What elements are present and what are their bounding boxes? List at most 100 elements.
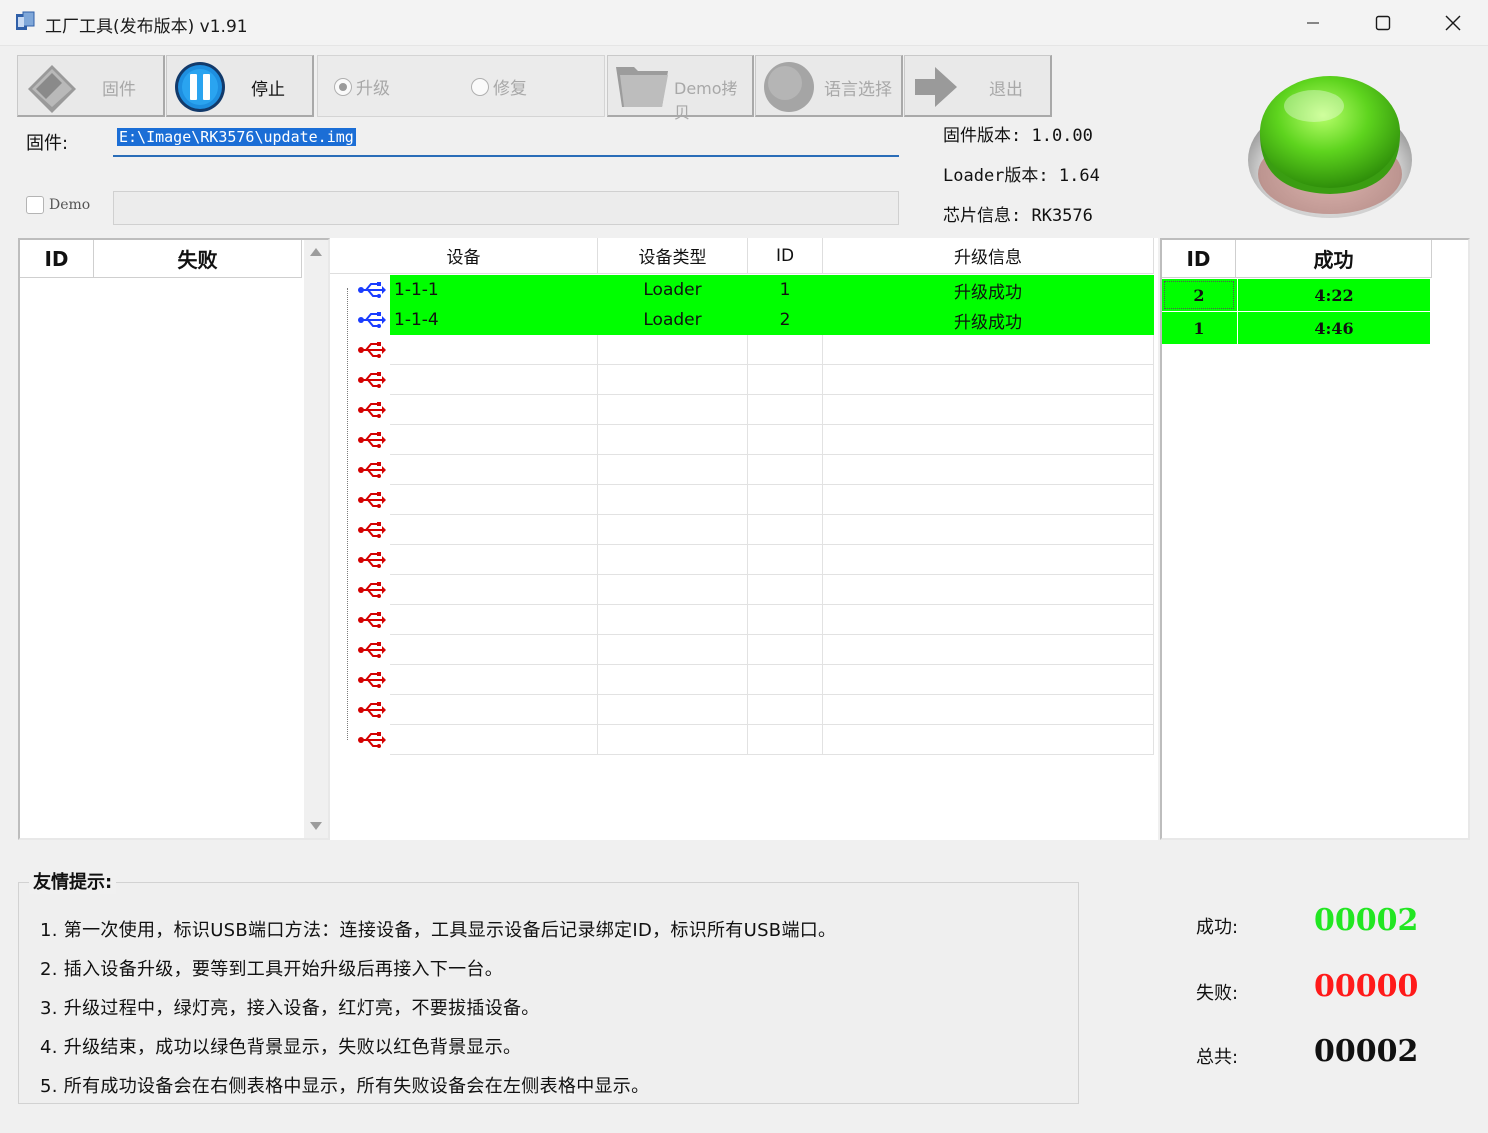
demo-checkbox[interactable]: Demo	[26, 196, 90, 214]
exit-button-label: 退出	[989, 80, 1023, 100]
close-button[interactable]	[1418, 0, 1488, 46]
device-col-info[interactable]: 升级信息	[823, 238, 1154, 274]
demo-checkbox-label: Demo	[49, 197, 91, 213]
upgrade-radio[interactable]: 升级	[334, 74, 390, 99]
usb-icon	[356, 490, 386, 510]
fail-count-label: 失败:	[1196, 983, 1239, 1004]
info-cell	[823, 695, 1154, 725]
id-cell	[748, 665, 823, 695]
usb-icon	[356, 610, 386, 630]
device-name: 1-1-4	[394, 310, 439, 330]
demo-path-input[interactable]	[113, 191, 899, 225]
total-count-label: 总共:	[1196, 1047, 1239, 1068]
success-col-id[interactable]: ID	[1162, 240, 1236, 278]
type-cell	[598, 605, 748, 635]
firmware-path-input[interactable]: E:\Image\RK3576\update.img	[113, 123, 899, 157]
tree-node	[330, 485, 390, 515]
type-cell	[598, 365, 748, 395]
exit-button[interactable]: 退出	[904, 55, 1052, 117]
device-type: Loader	[643, 310, 702, 330]
scroll-down-icon[interactable]	[310, 822, 322, 830]
table-row[interactable]	[330, 605, 1154, 635]
table-row[interactable]	[330, 455, 1154, 485]
tree-node	[330, 425, 390, 455]
id-cell	[748, 725, 823, 755]
upgrade-info: 升级成功	[954, 282, 1022, 303]
info-cell	[823, 425, 1154, 455]
info-cell	[823, 515, 1154, 545]
device-cell	[390, 605, 598, 635]
firmware-version: 固件版本: 1.0.00	[943, 126, 1093, 146]
table-row[interactable]	[330, 485, 1154, 515]
tree-node	[330, 455, 390, 485]
id-cell	[748, 695, 823, 725]
minimize-button[interactable]	[1278, 0, 1348, 46]
fail-table-scrollbar[interactable]	[304, 240, 328, 838]
table-row[interactable]	[330, 635, 1154, 665]
arrow-right-icon	[915, 67, 957, 107]
repair-radio[interactable]: 修复	[471, 74, 527, 99]
fail-col-id[interactable]: ID	[20, 240, 94, 278]
language-button[interactable]: 语言选择	[755, 55, 903, 117]
id-cell	[748, 455, 823, 485]
device-col-id[interactable]: ID	[748, 238, 823, 274]
firmware-button[interactable]: 固件	[17, 55, 165, 117]
table-row[interactable]	[330, 515, 1154, 545]
maximize-icon	[1375, 15, 1391, 31]
table-row[interactable]	[330, 545, 1154, 575]
info-cell	[823, 335, 1154, 365]
table-row[interactable]: 1-1-4 Loader 2 升级成功	[330, 305, 1154, 335]
tree-node	[330, 635, 390, 665]
device-cell	[390, 635, 598, 665]
table-row[interactable]: 1 4:46	[1162, 312, 1430, 345]
id-cell	[748, 545, 823, 575]
title-bar: 工厂工具(发布版本) v1.91	[0, 0, 1488, 46]
table-row[interactable]	[330, 695, 1154, 725]
table-row[interactable]	[330, 725, 1154, 755]
firmware-path-label: 固件:	[26, 133, 69, 154]
success-count: 00002	[1314, 903, 1419, 938]
tree-node	[330, 395, 390, 425]
folder-icon	[616, 67, 668, 107]
device-cell: 1-1-4	[390, 305, 598, 335]
device-col-device[interactable]: 设备	[330, 238, 598, 274]
device-cell	[390, 515, 598, 545]
table-row[interactable]	[330, 395, 1154, 425]
tip-line: 3. 升级过程中，绿灯亮，接入设备，红灯亮，不要拔插设备。	[40, 998, 540, 1019]
type-cell	[598, 725, 748, 755]
info-cell	[823, 605, 1154, 635]
demo-copy-button[interactable]: Demo拷贝	[607, 55, 754, 122]
table-row[interactable]	[330, 575, 1154, 605]
device-cell	[390, 455, 598, 485]
usb-icon	[356, 640, 386, 660]
table-row[interactable]: 1-1-1 Loader 1 升级成功	[330, 275, 1154, 305]
table-row[interactable]	[330, 665, 1154, 695]
usb-icon	[356, 670, 386, 690]
maximize-button[interactable]	[1348, 0, 1418, 46]
success-col-success[interactable]: 成功	[1236, 240, 1432, 278]
id-cell	[748, 635, 823, 665]
pause-icon	[175, 62, 225, 112]
table-row[interactable]: 2 4:22	[1162, 279, 1430, 312]
stop-button[interactable]: 停止	[166, 55, 314, 117]
type-cell: Loader	[598, 275, 748, 305]
device-cell: 1-1-1	[390, 275, 598, 305]
tree-line	[347, 288, 348, 740]
scroll-up-icon[interactable]	[310, 248, 322, 256]
usb-icon	[356, 340, 386, 360]
success-id-cell: 1	[1193, 318, 1205, 338]
fail-table: ID 失败	[18, 238, 330, 840]
device-cell	[390, 665, 598, 695]
table-row[interactable]	[330, 365, 1154, 395]
info-cell	[823, 665, 1154, 695]
table-row[interactable]	[330, 425, 1154, 455]
id-cell	[748, 605, 823, 635]
close-icon	[1445, 15, 1461, 31]
usb-icon	[356, 550, 386, 570]
table-row[interactable]	[330, 335, 1154, 365]
info-cell	[823, 725, 1154, 755]
type-cell	[598, 695, 748, 725]
app-icon	[16, 11, 35, 30]
device-col-type[interactable]: 设备类型	[598, 238, 748, 274]
fail-col-fail[interactable]: 失败	[94, 240, 302, 278]
